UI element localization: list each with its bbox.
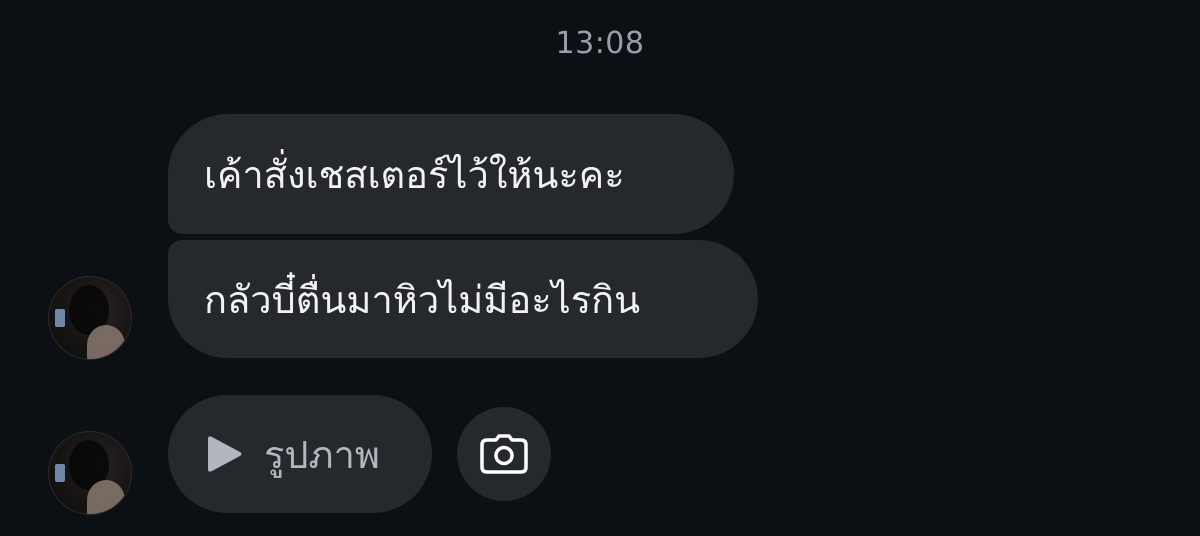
message-text: กลัวบี๋ตื่นมาหิวไม่มีอะไรกิน: [204, 277, 641, 322]
avatar-photo-figure: [87, 325, 125, 359]
camera-icon: [480, 434, 528, 474]
avatar-photo-phone: [55, 464, 65, 482]
sender-avatar[interactable]: [48, 276, 132, 360]
message-timestamp: 13:08: [555, 26, 645, 61]
message-bubble[interactable]: กลัวบี๋ตื่นมาหิวไม่มีอะไรกิน: [168, 240, 758, 358]
chat-thread: 13:08 เค้าสั่งเชสเตอร์ไว้ให้นะคะ กลัวบี๋…: [0, 0, 1200, 536]
message-text: เค้าสั่งเชสเตอร์ไว้ให้นะคะ: [204, 152, 625, 197]
camera-button[interactable]: [457, 407, 551, 501]
photo-message-label: รูปภาพ: [264, 432, 380, 477]
photo-message-button[interactable]: รูปภาพ: [168, 395, 432, 513]
avatar-photo-figure: [87, 480, 125, 514]
play-icon: [208, 436, 242, 472]
avatar-photo-phone: [55, 309, 65, 327]
message-bubble[interactable]: เค้าสั่งเชสเตอร์ไว้ให้นะคะ: [168, 114, 734, 234]
sender-avatar[interactable]: [48, 431, 132, 515]
